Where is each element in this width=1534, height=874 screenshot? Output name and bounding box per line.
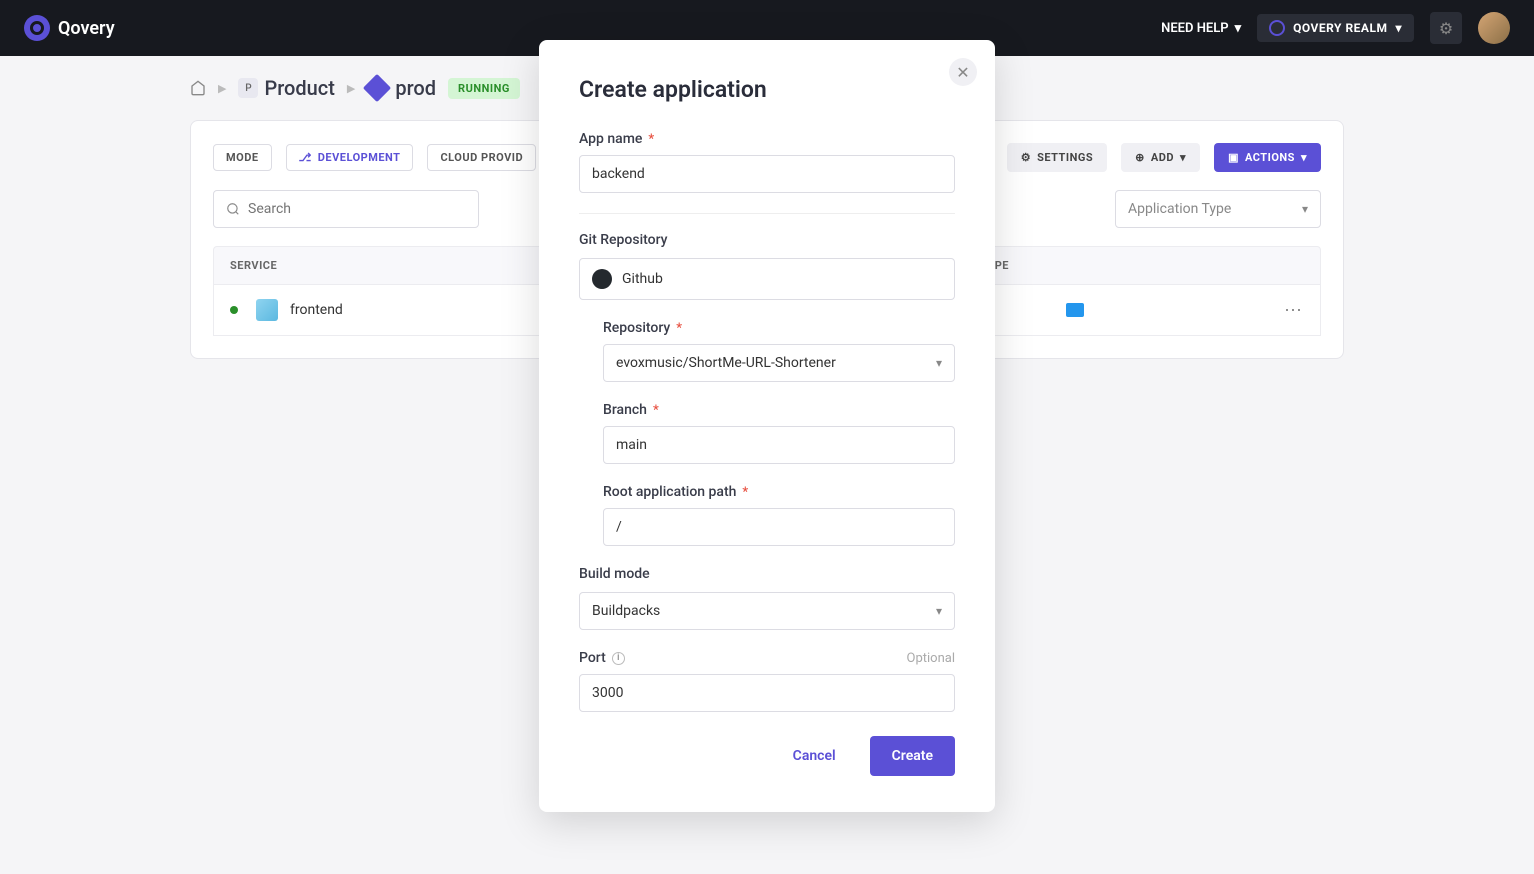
info-icon[interactable]: i xyxy=(612,652,625,665)
modal-footer: Cancel Create xyxy=(579,736,955,776)
chevron-down-icon: ▾ xyxy=(936,604,942,618)
port-input[interactable] xyxy=(579,674,955,712)
close-icon: ✕ xyxy=(956,63,969,82)
create-application-modal: ✕ Create application App name* Git Repos… xyxy=(539,40,995,812)
modal-title: Create application xyxy=(579,76,955,103)
root-path-input[interactable] xyxy=(603,508,955,546)
branch-label: Branch* xyxy=(603,402,955,418)
modal-overlay: ✕ Create application App name* Git Repos… xyxy=(0,0,1534,874)
chevron-down-icon: ▾ xyxy=(936,356,942,370)
repository-label: Repository* xyxy=(603,320,955,336)
cancel-button[interactable]: Cancel xyxy=(779,738,850,774)
repository-select[interactable]: evoxmusic/ShortMe-URL-Shortener ▾ xyxy=(603,344,955,382)
app-name-input[interactable] xyxy=(579,155,955,193)
branch-input[interactable] xyxy=(603,426,955,464)
build-mode-label: Build mode xyxy=(579,566,955,582)
app-name-label: App name* xyxy=(579,131,955,147)
build-mode-select[interactable]: Buildpacks ▾ xyxy=(579,592,955,630)
github-icon xyxy=(592,269,612,289)
git-provider-select[interactable]: Github xyxy=(579,258,955,300)
git-section-label: Git Repository xyxy=(579,213,955,248)
close-button[interactable]: ✕ xyxy=(949,58,977,86)
port-label: Port i Optional xyxy=(579,650,955,666)
root-path-label: Root application path* xyxy=(603,484,955,500)
create-button[interactable]: Create xyxy=(870,736,955,776)
